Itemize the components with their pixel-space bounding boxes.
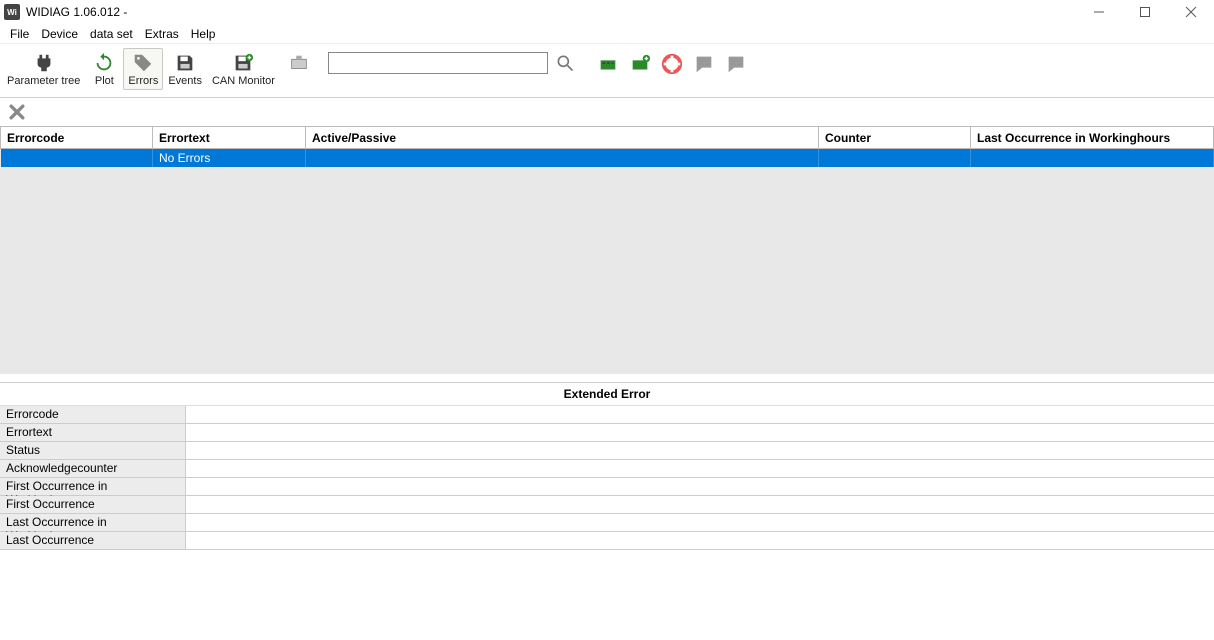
- ext-val-ackcounter: [186, 460, 1214, 477]
- minimize-button[interactable]: [1076, 0, 1122, 24]
- chip-add-icon[interactable]: [628, 52, 652, 76]
- ext-row-status: Status: [0, 442, 1214, 460]
- ext-row-errorcode: Errorcode: [0, 406, 1214, 424]
- ext-val-last-occ-wh: [186, 514, 1214, 531]
- window-title: WIDIAG 1.06.012 -: [26, 5, 127, 19]
- parameter-tree-label: Parameter tree: [7, 75, 80, 87]
- menu-help[interactable]: Help: [185, 25, 222, 43]
- close-button[interactable]: [1168, 0, 1214, 24]
- main-toolbar: Parameter tree Plot Errors Events CAN Mo…: [0, 44, 1214, 98]
- search-icon[interactable]: [554, 52, 576, 74]
- error-table: Errorcode Errortext Active/Passive Count…: [0, 126, 1214, 374]
- ext-val-last-occ: [186, 532, 1214, 549]
- events-button[interactable]: Events: [163, 48, 207, 90]
- ext-label-status: Status: [0, 442, 186, 459]
- can-monitor-label: CAN Monitor: [212, 75, 275, 87]
- menu-extras[interactable]: Extras: [139, 25, 185, 43]
- col-last-occurrence[interactable]: Last Occurrence in Workinghours: [971, 127, 1214, 149]
- save-icon: [171, 51, 199, 75]
- device-icon: [285, 51, 313, 75]
- ext-row-last-occ-wh: Last Occurrence in Workinghours: [0, 514, 1214, 532]
- cell-counter: [819, 149, 971, 168]
- cell-last-occurrence: [971, 149, 1214, 168]
- unknown-tool-button[interactable]: [280, 48, 318, 90]
- menu-bar: File Device data set Extras Help: [0, 24, 1214, 44]
- ext-val-status: [186, 442, 1214, 459]
- extended-error-panel: Extended Error Errorcode Errortext Statu…: [0, 382, 1214, 550]
- ext-label-errortext: Errortext: [0, 424, 186, 441]
- tag-icon: [129, 51, 157, 75]
- ext-label-last-occ: Last Occurrence: [0, 532, 186, 549]
- errors-label: Errors: [128, 75, 158, 87]
- search-box[interactable]: [328, 52, 548, 74]
- ext-val-errorcode: [186, 406, 1214, 423]
- ext-row-errortext: Errortext: [0, 424, 1214, 442]
- lifebuoy-icon[interactable]: [660, 52, 684, 76]
- cell-errorcode: [1, 149, 153, 168]
- ext-val-first-occ: [186, 496, 1214, 513]
- app-icon: Wi: [4, 4, 20, 20]
- chat-icon[interactable]: [692, 52, 716, 76]
- close-tab-button[interactable]: [6, 101, 28, 123]
- ext-label-first-occ-wh: First Occurrence in Workinghours: [0, 478, 186, 495]
- plot-button[interactable]: Plot: [85, 48, 123, 90]
- title-bar: Wi WIDIAG 1.06.012 -: [0, 0, 1214, 24]
- col-errortext[interactable]: Errortext: [153, 127, 306, 149]
- can-monitor-button[interactable]: CAN Monitor: [207, 48, 280, 90]
- tab-bar: [0, 98, 1214, 126]
- cell-errortext: No Errors: [153, 149, 306, 168]
- menu-device[interactable]: Device: [35, 25, 84, 43]
- ext-val-first-occ-wh: [186, 478, 1214, 495]
- ext-label-ackcounter: Acknowledgecounter: [0, 460, 186, 477]
- chat2-icon[interactable]: [724, 52, 748, 76]
- ext-row-last-occ: Last Occurrence: [0, 532, 1214, 550]
- refresh-icon: [90, 51, 118, 75]
- col-active-passive[interactable]: Active/Passive: [306, 127, 819, 149]
- plot-label: Plot: [95, 75, 114, 87]
- parameter-tree-button[interactable]: Parameter tree: [2, 48, 85, 90]
- chip-icon[interactable]: [596, 52, 620, 76]
- plug-icon: [30, 51, 58, 75]
- col-errorcode[interactable]: Errorcode: [1, 127, 153, 149]
- ext-val-errortext: [186, 424, 1214, 441]
- table-row[interactable]: No Errors: [1, 149, 1214, 168]
- maximize-button[interactable]: [1122, 0, 1168, 24]
- events-label: Events: [168, 75, 202, 87]
- menu-file[interactable]: File: [4, 25, 35, 43]
- cell-active-passive: [306, 149, 819, 168]
- ext-label-last-occ-wh: Last Occurrence in Workinghours: [0, 514, 186, 531]
- errors-button[interactable]: Errors: [123, 48, 163, 90]
- table-empty-area: [0, 167, 1214, 374]
- search-input[interactable]: [329, 53, 547, 73]
- col-counter[interactable]: Counter: [819, 127, 971, 149]
- menu-data-set[interactable]: data set: [84, 25, 139, 43]
- ext-label-errorcode: Errorcode: [0, 406, 186, 423]
- ext-row-first-occ-wh: First Occurrence in Workinghours: [0, 478, 1214, 496]
- ext-row-ackcounter: Acknowledgecounter: [0, 460, 1214, 478]
- ext-row-first-occ: First Occurrence: [0, 496, 1214, 514]
- ext-label-first-occ: First Occurrence: [0, 496, 186, 513]
- extended-error-title: Extended Error: [0, 383, 1214, 406]
- save-plus-icon: [229, 51, 257, 75]
